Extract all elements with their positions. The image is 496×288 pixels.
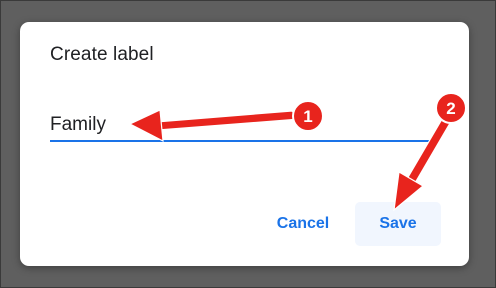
save-button[interactable]: Save	[355, 202, 441, 246]
cancel-button[interactable]: Cancel	[260, 202, 346, 246]
dialog-title: Create label	[50, 44, 154, 65]
create-label-dialog: Create label Cancel Save	[20, 22, 469, 266]
label-name-input[interactable]	[50, 110, 438, 142]
